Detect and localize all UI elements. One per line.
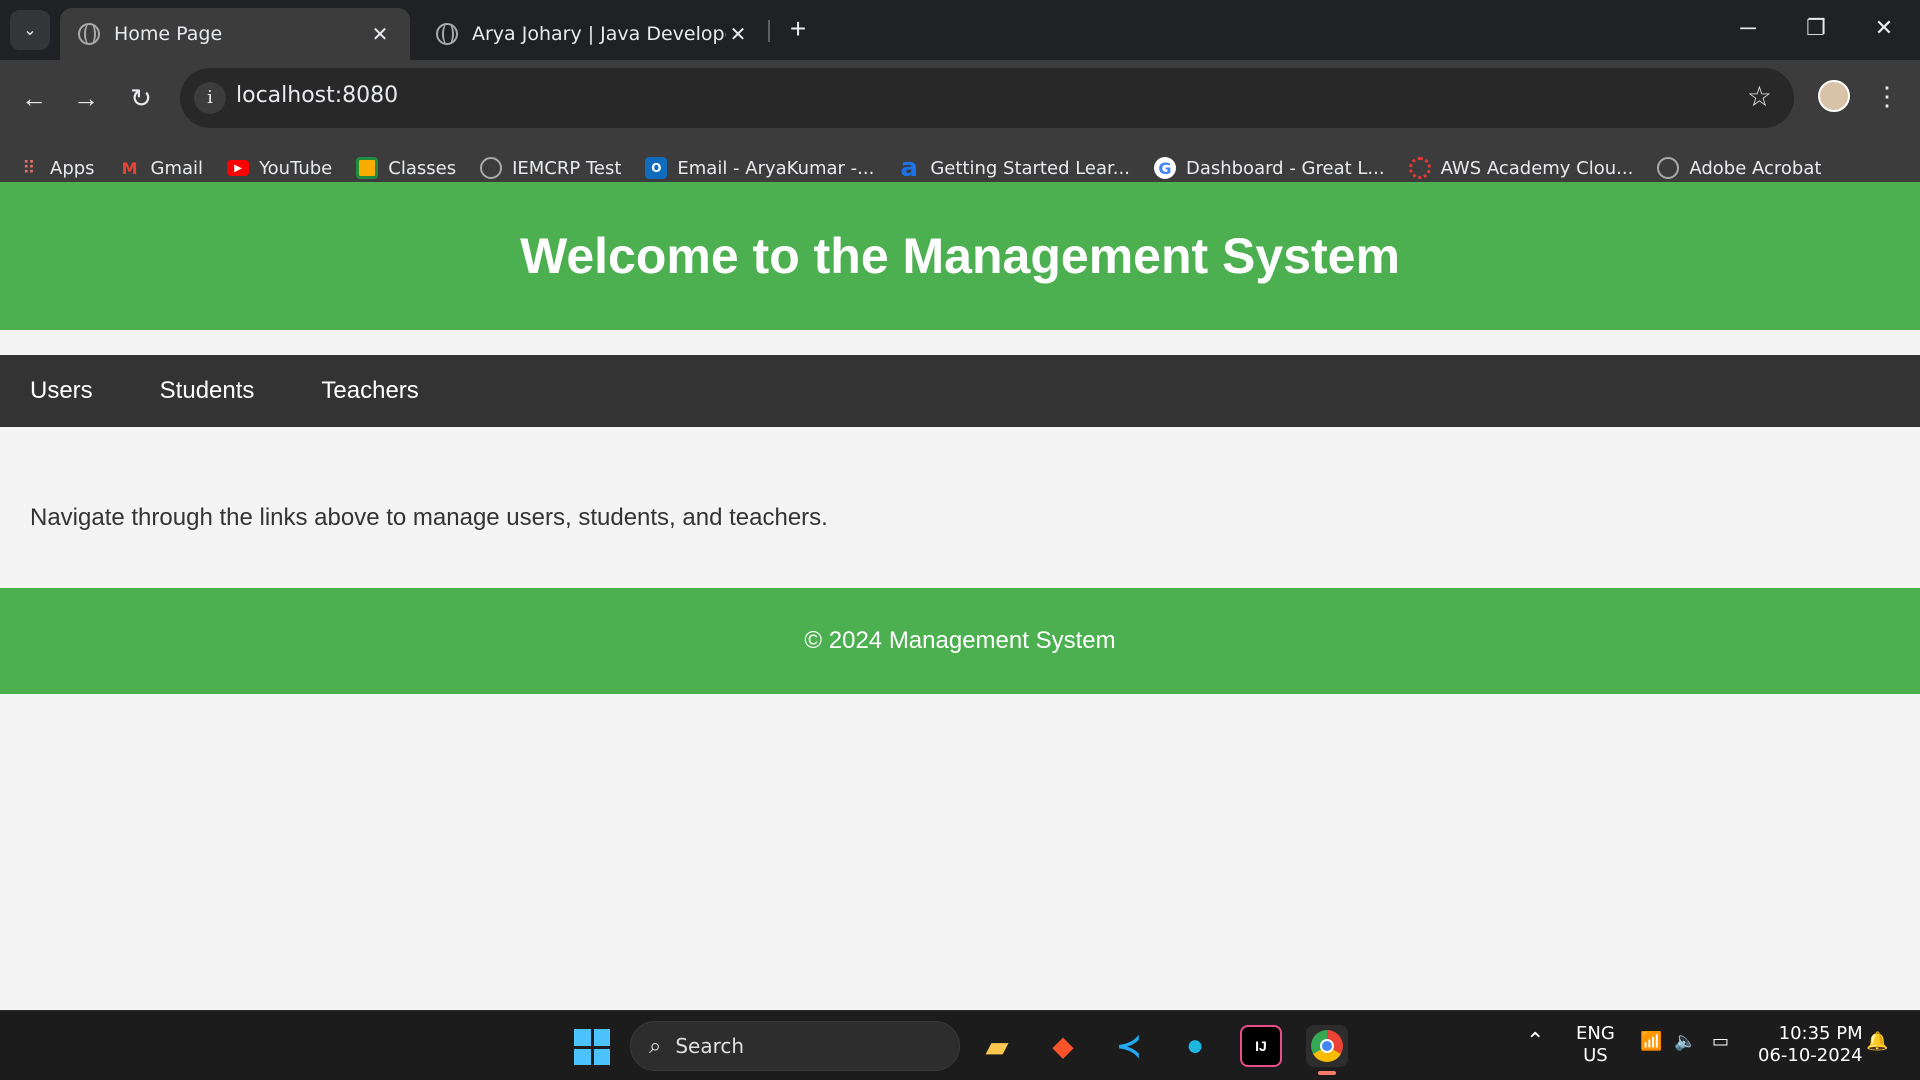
site-info-icon[interactable]: i [194,82,226,114]
close-window-button[interactable]: ✕ [1854,8,1914,48]
tab-arya-johary[interactable]: Arya Johary | Java Developer ✕ [418,8,768,60]
globe-icon [436,23,458,45]
region-label: US [1583,1045,1608,1066]
brave-browser-icon[interactable]: ◆ [1042,1025,1084,1067]
search-placeholder: Search [675,1034,745,1058]
language-label: ENG [1576,1023,1615,1044]
chrome-logo [1311,1030,1343,1062]
browser-tab-strip: ⌄ Home Page ✕ Arya Johary | Java Develop… [0,0,1920,60]
bookmark-label: Getting Started Lear... [930,157,1130,179]
bookmark-star-icon[interactable]: ☆ [1747,80,1772,113]
intro-text: Navigate through the links above to mana… [30,504,828,531]
clock[interactable]: 10:35 PM 06-10-2024 [1758,1023,1863,1067]
running-indicator [1318,1071,1336,1075]
browser-toolbar: ← → ↻ i localhost:8080 ☆ ⋮ ⠿ Apps M Gmai… [0,60,1920,188]
notification-bell-icon[interactable]: 🔔 [1866,1031,1888,1052]
tab-title: Arya Johary | Java Developer [472,23,726,45]
globe-icon [78,23,100,45]
bookmark-label: Gmail [150,157,204,179]
url-text[interactable]: localhost:8080 [236,83,398,108]
aws-icon [1408,157,1431,179]
tray-overflow-chevron-icon[interactable]: ⌃ [1526,1029,1544,1054]
web-page: Welcome to the Management System Users S… [0,182,1920,1010]
bookmark-label: Classes [388,157,457,179]
footer-text: © 2024 Management System [804,627,1116,654]
bookmark-getting-started[interactable]: a Getting Started Lear... [898,153,1130,183]
bookmark-label: YouTube [259,157,333,179]
volume-icon[interactable]: 🔈 [1674,1031,1696,1052]
battery-icon[interactable]: ▭ [1712,1031,1729,1052]
bookmark-label: AWS Academy Clou... [1440,157,1634,179]
bookmark-email[interactable]: O Email - AryaKumar -... [645,157,874,179]
main-nav: Users Students Teachers [0,355,1920,427]
bookmark-youtube[interactable]: ▶ YouTube [227,158,332,179]
tab-title: Home Page [114,23,223,45]
close-icon[interactable]: ✕ [368,22,392,46]
forward-button[interactable]: → [66,78,106,118]
search-icon: ⌕ [649,1033,662,1059]
chrome-icon[interactable] [1306,1025,1348,1075]
amazon-icon: a [900,153,919,183]
clock-time: 10:35 PM [1778,1023,1863,1044]
bookmark-label: Email - AryaKumar -... [677,157,875,179]
google-icon: G [1153,157,1176,179]
outlook-icon: O [645,157,668,179]
bookmark-label: Apps [50,157,95,179]
apps-grid-icon: ⠿ [22,157,36,179]
bookmark-dashboard[interactable]: G Dashboard - Great L... [1153,157,1385,179]
windows-start-button[interactable] [574,1029,610,1065]
page-header: Welcome to the Management System [0,182,1920,330]
bookmark-gmail[interactable]: M Gmail [119,157,204,179]
file-explorer-icon[interactable]: ▰ [976,1025,1018,1067]
page-footer: © 2024 Management System [0,588,1920,694]
taskbar: ⌕ Search ▰ ◆ ≺ ● IJ ⌃ ENG US 📶 🔈 ▭ 10:35… [0,1010,1920,1080]
close-icon[interactable]: ✕ [726,22,750,46]
language-indicator[interactable]: ENG US [1576,1023,1615,1067]
tab-separator [768,20,770,42]
bookmark-label: Adobe Acrobat [1689,157,1822,179]
clock-date: 06-10-2024 [1758,1045,1863,1066]
taskbar-search[interactable]: ⌕ Search [630,1021,960,1071]
tab-search-button[interactable]: ⌄ [10,10,50,50]
globe-icon [1657,157,1680,179]
vscode-icon[interactable]: ≺ [1108,1025,1150,1067]
gmail-icon: M [121,158,138,178]
reload-button[interactable]: ↻ [121,78,161,118]
bookmark-adobe-acrobat[interactable]: Adobe Acrobat [1657,157,1821,179]
bookmark-apps[interactable]: ⠿ Apps [18,157,95,179]
nav-link-users[interactable]: Users [30,377,93,405]
back-button[interactable]: ← [14,78,54,118]
more-menu-icon[interactable]: ⋮ [1872,76,1902,116]
bookmark-aws-academy[interactable]: AWS Academy Clou... [1408,157,1634,179]
nav-link-students[interactable]: Students [160,377,255,405]
nav-link-teachers[interactable]: Teachers [321,377,418,405]
bookmark-label: IEMCRP Test [512,157,622,179]
minimize-button[interactable]: ─ [1718,8,1778,48]
new-tab-button[interactable]: + [782,14,814,46]
restore-button[interactable]: ❐ [1786,8,1846,48]
wifi-icon[interactable]: 📶 [1640,1031,1662,1052]
profile-avatar[interactable] [1818,80,1850,112]
bookmark-iemcrp[interactable]: IEMCRP Test [480,157,621,179]
bookmark-classes[interactable]: Classes [356,157,456,179]
globe-icon [480,157,503,179]
chevron-down-icon: ⌄ [23,22,37,39]
page-title: Welcome to the Management System [520,228,1400,284]
classes-icon [356,157,379,179]
address-bar[interactable]: i localhost:8080 ☆ [180,68,1794,128]
tab-home-page[interactable]: Home Page ✕ [60,8,410,60]
intellij-idea-icon[interactable]: IJ [1240,1025,1282,1067]
bookmark-label: Dashboard - Great L... [1185,157,1385,179]
edge-browser-icon[interactable]: ● [1174,1025,1216,1067]
youtube-icon: ▶ [227,160,250,176]
